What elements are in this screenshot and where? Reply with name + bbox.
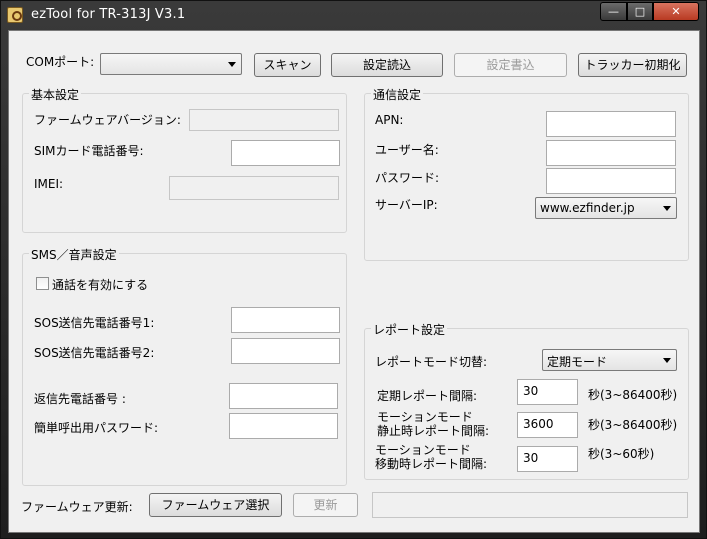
enable-call-label[interactable]: 通話を有効にする (52, 276, 148, 293)
comm-settings-title: 通信設定 (371, 86, 424, 103)
simple-call-password-field[interactable] (229, 413, 338, 439)
sos2-label: SOS送信先電話番号2: (34, 346, 155, 360)
maximize-button[interactable]: □ (627, 2, 653, 21)
app-icon (7, 7, 23, 23)
select-firmware-button[interactable]: ファームウェア選択 (149, 493, 282, 517)
scan-button[interactable]: スキャン (254, 53, 321, 77)
motion-move-label-line2: 移動時レポート間隔: (375, 457, 488, 471)
motion-move-interval-unit: 秒(3~60秒) (588, 447, 655, 461)
periodic-interval-field[interactable]: 30 (517, 379, 578, 405)
basic-settings-title: 基本設定 (29, 86, 82, 103)
motion-stop-interval-unit: 秒(3~86400秒) (588, 418, 678, 432)
password-label: パスワード: (375, 171, 440, 185)
client-area: COMポート: スキャン 設定読込 設定書込 トラッカー初期化 基本設定 ファー… (8, 30, 700, 533)
enable-call-checkbox[interactable] (36, 277, 49, 290)
sim-number-field[interactable] (231, 140, 340, 166)
imei-label: IMEI: (34, 177, 64, 191)
motion-move-interval-field[interactable]: 30 (517, 446, 578, 472)
read-settings-button[interactable]: 設定読込 (331, 53, 443, 77)
chevron-down-icon (228, 62, 236, 67)
imei-field (169, 176, 339, 200)
minimize-button[interactable]: — (600, 2, 627, 21)
sos1-field[interactable] (231, 307, 340, 333)
firmware-update-label: ファームウェア更新: (21, 500, 133, 514)
firmware-version-label: ファームウェアバージョン: (34, 113, 181, 127)
username-label: ユーザー名: (375, 143, 439, 157)
apn-label: APN: (375, 113, 404, 127)
motion-stop-interval-field[interactable]: 3600 (517, 412, 578, 438)
report-mode-value: 定期モード (547, 355, 608, 369)
sim-number-label: SIMカード電話番号: (34, 144, 144, 158)
server-ip-select[interactable]: www.ezfinder.jp (535, 197, 677, 219)
title-bar[interactable]: ezTool for TR-313J V3.1 — □ ✕ (1, 1, 706, 29)
window-title: ezTool for TR-313J V3.1 (31, 7, 186, 22)
sos1-label: SOS送信先電話番号1: (34, 316, 155, 330)
periodic-interval-label: 定期レポート間隔: (377, 389, 478, 403)
sms-voice-title: SMS／音声設定 (29, 246, 119, 263)
reply-number-field[interactable] (229, 383, 338, 409)
motion-stop-label-line2: 静止時レポート間隔: (377, 424, 490, 438)
apn-field[interactable] (546, 111, 676, 137)
reply-number-label: 返信先電話番号 : (34, 392, 126, 406)
application-window: ezTool for TR-313J V3.1 — □ ✕ COMポート: スキ… (0, 0, 707, 539)
chevron-down-icon (663, 358, 671, 363)
report-mode-label: レポートモード切替: (375, 355, 488, 369)
simple-call-password-label: 簡単呼出用パスワード: (34, 421, 159, 435)
username-field[interactable] (546, 140, 676, 166)
chevron-down-icon (663, 206, 671, 211)
server-ip-value: www.ezfinder.jp (540, 201, 635, 215)
password-field[interactable] (546, 168, 676, 194)
report-settings-title: レポート設定 (371, 321, 448, 338)
server-ip-label: サーバーIP: (375, 198, 438, 212)
sos2-field[interactable] (231, 338, 340, 364)
close-button[interactable]: ✕ (653, 2, 699, 21)
periodic-interval-unit: 秒(3~86400秒) (588, 388, 678, 402)
com-port-label: COMポート: (26, 55, 95, 69)
firmware-version-field (189, 109, 339, 131)
update-button[interactable]: 更新 (293, 493, 358, 517)
reset-tracker-button[interactable]: トラッカー初期化 (578, 53, 687, 77)
report-mode-select[interactable]: 定期モード (542, 349, 677, 371)
firmware-update-progress (372, 492, 688, 518)
write-settings-button[interactable]: 設定書込 (454, 53, 567, 77)
com-port-select[interactable] (100, 53, 242, 75)
